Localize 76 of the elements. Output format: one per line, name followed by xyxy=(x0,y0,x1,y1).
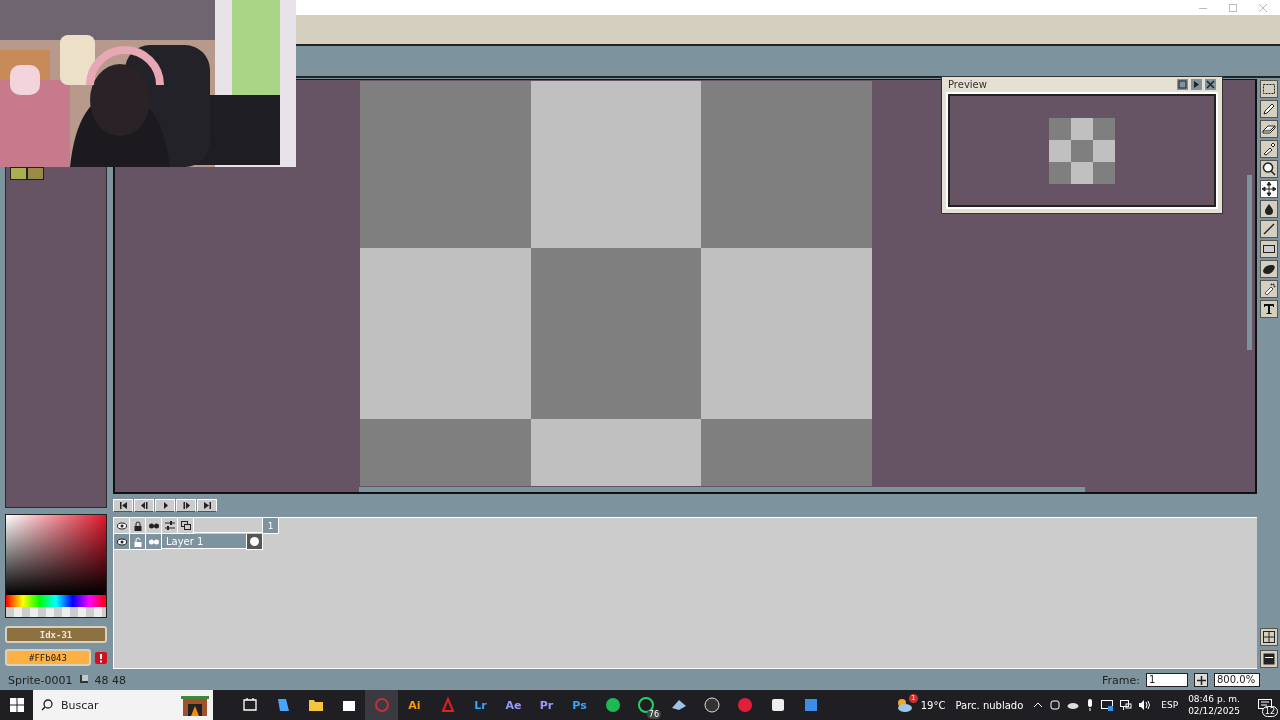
display-icon[interactable] xyxy=(1101,699,1114,711)
weather-icon[interactable] xyxy=(895,697,914,713)
clock[interactable]: 08:46 p. m. 02/12/2025 xyxy=(1188,693,1240,717)
app-icon[interactable]: Lr xyxy=(464,690,497,720)
last-frame-button[interactable] xyxy=(197,499,217,512)
sliders-icon[interactable] xyxy=(162,518,178,534)
cel[interactable] xyxy=(246,534,263,550)
first-frame-button[interactable] xyxy=(113,499,133,512)
color-index-button[interactable]: Idx-31 xyxy=(5,626,107,643)
microphone-icon[interactable] xyxy=(1086,699,1095,711)
move-tool-icon[interactable] xyxy=(1260,180,1278,198)
add-frame-button[interactable] xyxy=(1194,673,1208,687)
text-tool-icon[interactable] xyxy=(1260,300,1278,318)
camera-icon[interactable] xyxy=(1050,699,1061,711)
frame-label: Frame: xyxy=(1102,673,1140,687)
vertical-scrollbar[interactable] xyxy=(1247,175,1252,350)
eye-icon[interactable] xyxy=(114,518,130,534)
fit-icon[interactable] xyxy=(1177,78,1188,90)
first-frame-icon xyxy=(118,502,128,509)
color-hex-button[interactable]: #FFb043 xyxy=(5,649,91,666)
play-button[interactable] xyxy=(155,499,175,512)
close-icon[interactable] xyxy=(1205,78,1216,90)
plus-icon xyxy=(1196,675,1206,685)
network-icon[interactable] xyxy=(1120,699,1133,711)
grid-icon[interactable] xyxy=(1260,628,1278,646)
bucket-tool-icon[interactable] xyxy=(1260,200,1278,218)
sprite-thumbnail xyxy=(1049,117,1115,184)
dot-icon xyxy=(250,537,259,546)
eraser-tool-icon[interactable] xyxy=(1260,120,1278,138)
window-title: Preview xyxy=(948,78,988,90)
weather-condition[interactable]: Parc. nublado xyxy=(955,699,1024,711)
warning-icon[interactable] xyxy=(95,651,107,664)
pencil-tool-icon[interactable] xyxy=(1260,100,1278,118)
palette-swatch[interactable] xyxy=(27,167,44,180)
notification-badge: 76 xyxy=(646,710,661,719)
notification-badge: 12 xyxy=(1261,706,1278,717)
frame-field[interactable]: 1 xyxy=(1146,673,1188,687)
app-icon[interactable]: Ai xyxy=(398,690,431,720)
rectangle-tool-icon[interactable] xyxy=(1260,240,1278,258)
search-input[interactable]: Buscar xyxy=(59,697,175,713)
app-icon[interactable]: Pr xyxy=(530,690,563,720)
next-frame-button[interactable] xyxy=(176,499,196,512)
line-tool-icon[interactable] xyxy=(1260,220,1278,238)
zoom-tool-icon[interactable] xyxy=(1260,160,1278,178)
horizontal-scrollbar[interactable] xyxy=(359,487,1085,492)
lock-icon[interactable] xyxy=(130,518,146,534)
spray-tool-icon[interactable] xyxy=(1260,280,1278,298)
canvas-area[interactable]: Preview xyxy=(113,79,1257,494)
previous-frame-icon xyxy=(139,502,149,509)
last-frame-icon xyxy=(202,502,212,509)
palette-swatch[interactable] xyxy=(10,167,27,180)
onion-skin-icon[interactable] xyxy=(146,518,162,534)
marquee-tool-icon[interactable] xyxy=(1260,80,1278,98)
speaker-icon[interactable] xyxy=(1139,700,1152,710)
chevron-up-icon[interactable] xyxy=(1033,701,1044,709)
zoom-field[interactable]: 800.0% xyxy=(1214,673,1260,687)
eye-icon[interactable] xyxy=(114,534,130,550)
search-field[interactable]: Buscar xyxy=(33,690,213,720)
color-picker[interactable] xyxy=(5,514,107,618)
cloud-icon[interactable] xyxy=(1067,701,1080,709)
temperature[interactable]: 19°C xyxy=(920,699,946,711)
app-icon[interactable]: Ae xyxy=(497,690,530,720)
panel-icon[interactable] xyxy=(1260,650,1278,668)
canvas-size: 48 48 xyxy=(94,673,127,687)
sprite-name: Sprite-0001 xyxy=(8,673,73,687)
previous-frame-button[interactable] xyxy=(134,499,154,512)
next-frame-icon xyxy=(181,502,191,509)
blob-tool-icon[interactable] xyxy=(1260,260,1278,278)
search-icon xyxy=(41,699,53,711)
language-indicator[interactable]: ESP xyxy=(1161,700,1179,710)
layers-icon[interactable] xyxy=(178,518,194,534)
app-icon[interactable]: Ps xyxy=(563,690,596,720)
eyedropper-tool-icon[interactable] xyxy=(1260,140,1278,158)
taskview-icon[interactable] xyxy=(240,696,259,714)
fireplace-icon xyxy=(181,694,209,716)
play-icon[interactable] xyxy=(1191,78,1202,90)
